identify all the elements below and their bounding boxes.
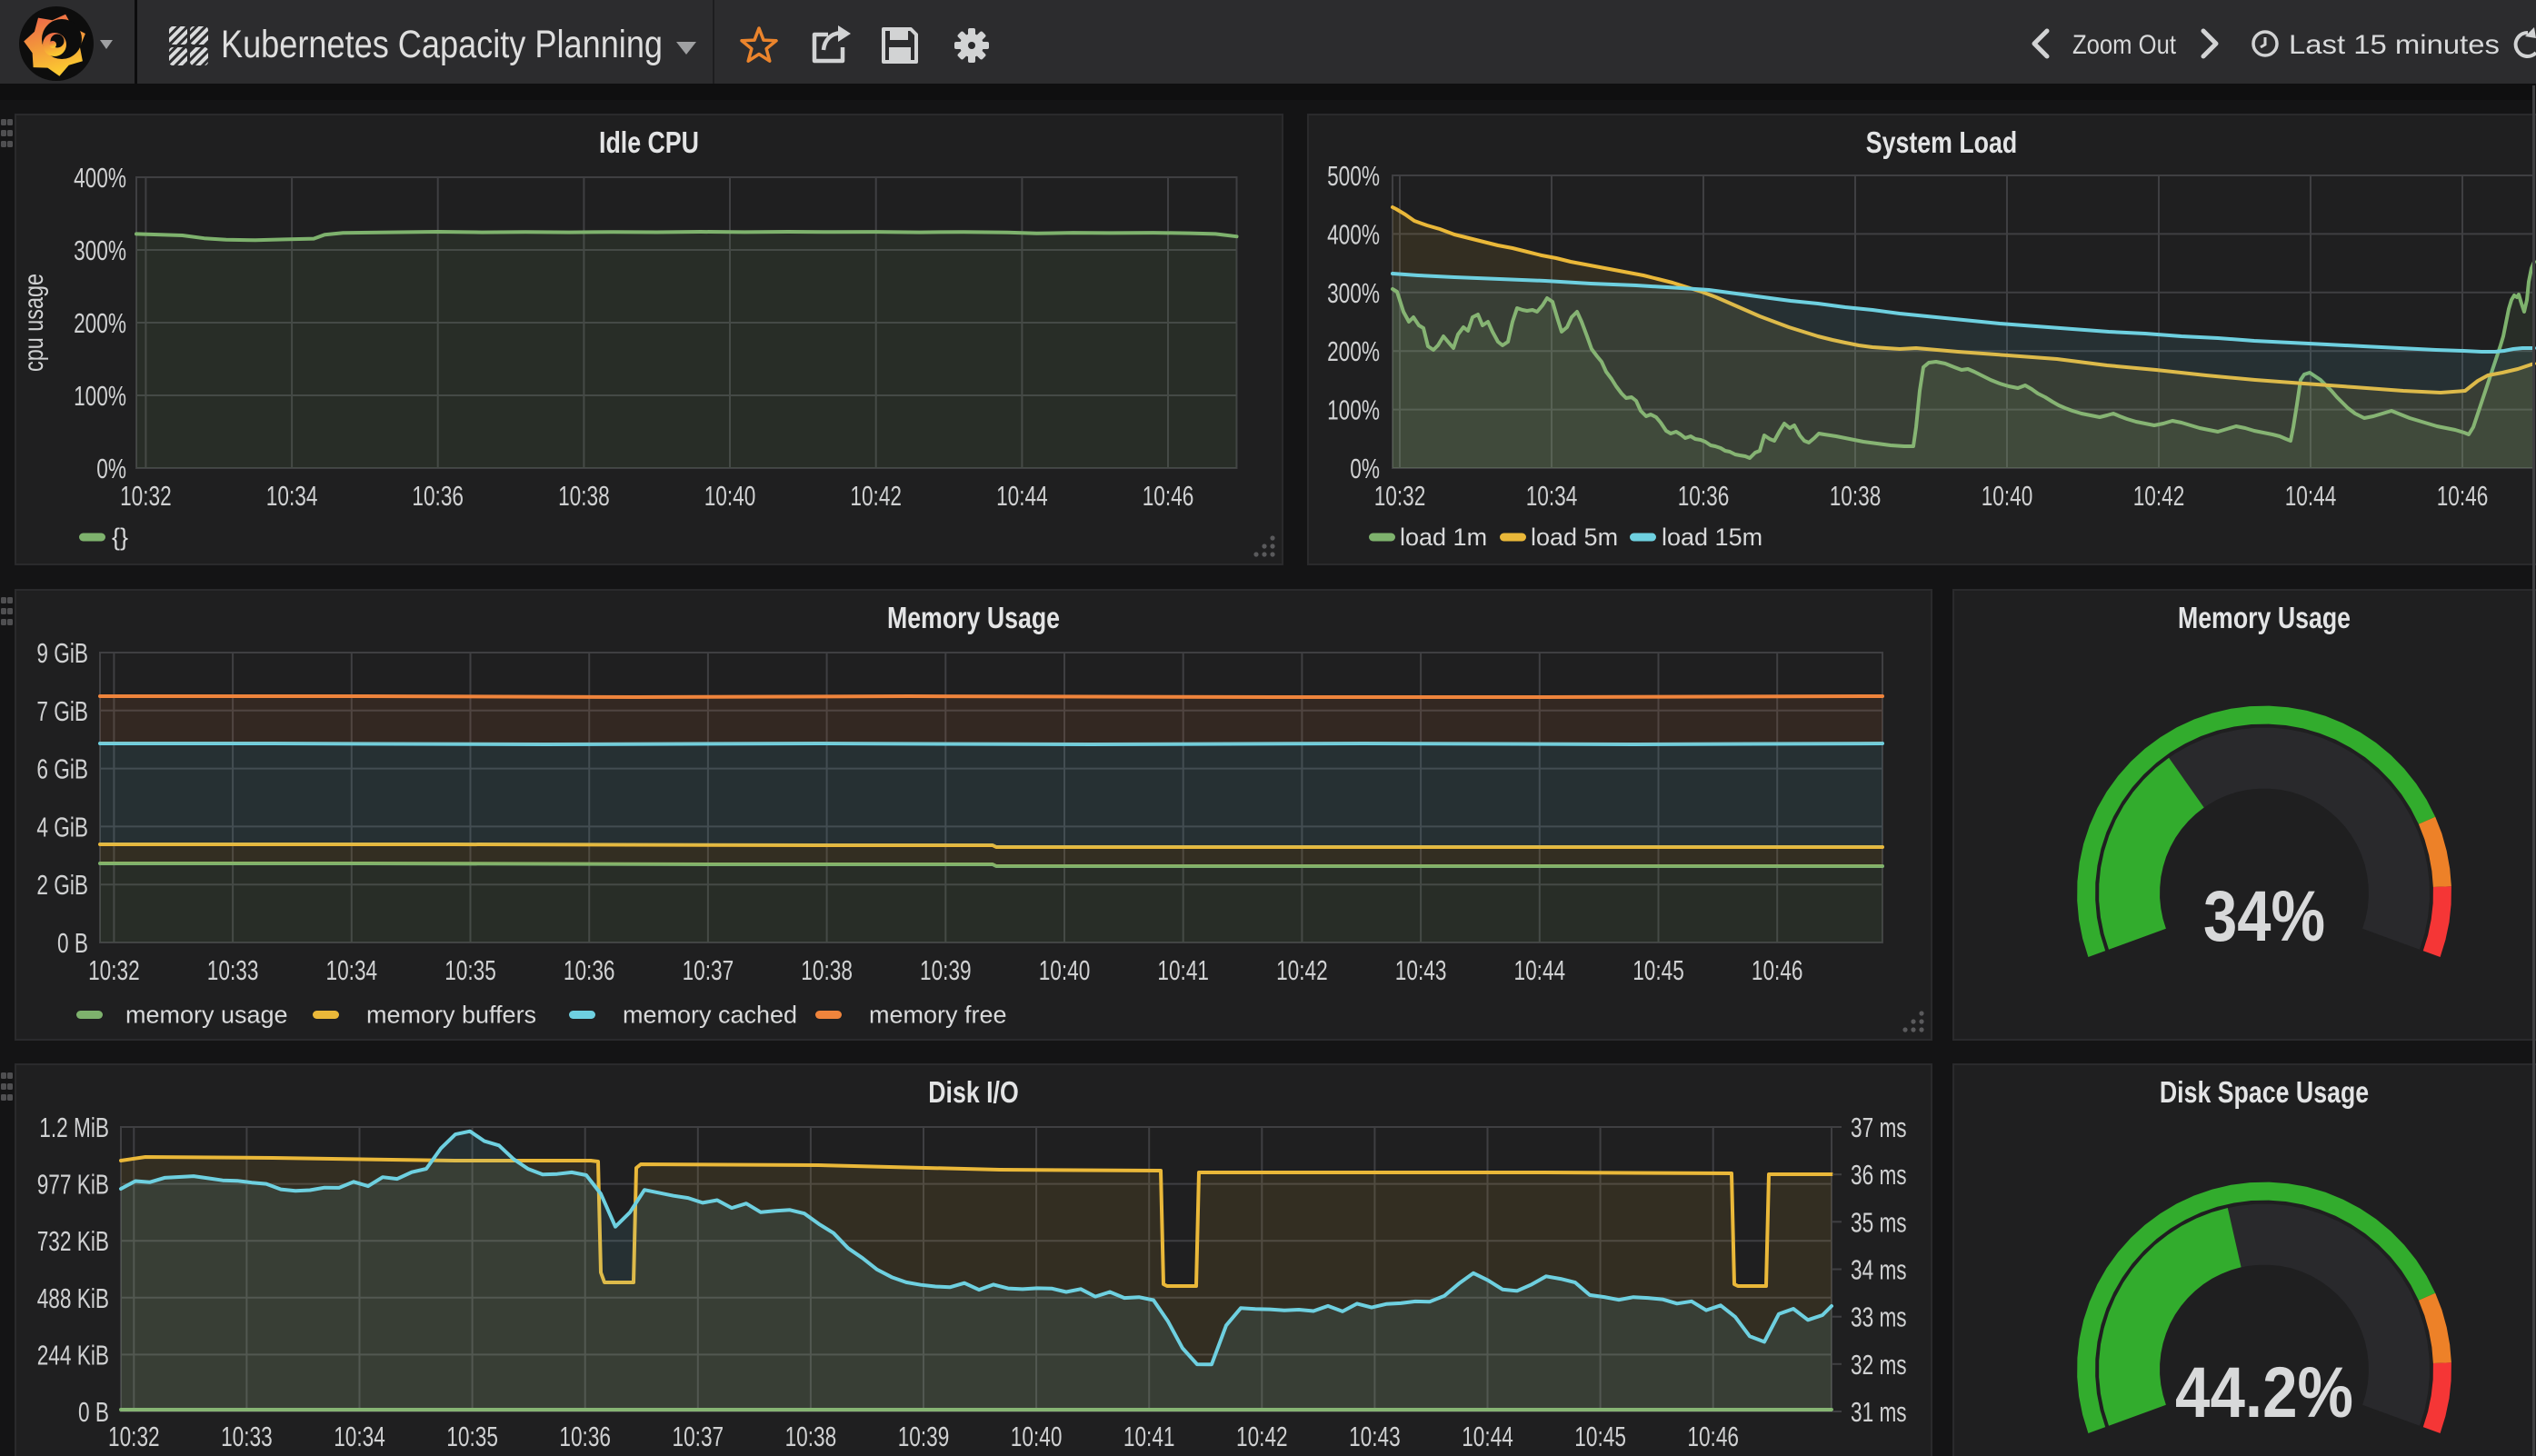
svg-text:10:42: 10:42 — [1276, 954, 1328, 986]
svg-text:10:44: 10:44 — [1462, 1421, 1513, 1452]
svg-text:10:35: 10:35 — [444, 954, 496, 986]
svg-text:10:43: 10:43 — [1395, 954, 1447, 986]
svg-text:200%: 200% — [1327, 335, 1380, 367]
svg-text:10:34: 10:34 — [326, 954, 378, 986]
svg-text:10:45: 10:45 — [1574, 1421, 1626, 1452]
svg-text:Memory Usage: Memory Usage — [2178, 601, 2351, 634]
svg-text:244 KiB: 244 KiB — [37, 1339, 109, 1371]
svg-text:memory free: memory free — [869, 1002, 1007, 1029]
svg-text:System Load: System Load — [1866, 125, 2017, 159]
svg-text:33 ms: 33 ms — [1851, 1301, 1907, 1333]
svg-text:10:36: 10:36 — [559, 1421, 611, 1452]
svg-text:2 GiB: 2 GiB — [36, 869, 88, 901]
svg-text:10:35: 10:35 — [446, 1421, 498, 1452]
svg-text:Memory Usage: Memory Usage — [887, 601, 1060, 634]
svg-text:10:42: 10:42 — [850, 480, 902, 512]
svg-text:44.2%: 44.2% — [2175, 1351, 2353, 1432]
svg-text:Last 15 minutes: Last 15 minutes — [2289, 30, 2500, 60]
svg-text:10:40: 10:40 — [1039, 954, 1091, 986]
svg-text:0 B: 0 B — [78, 1396, 109, 1428]
svg-text:0 B: 0 B — [57, 927, 88, 959]
svg-text:memory cached: memory cached — [623, 1002, 797, 1029]
svg-text:10:32: 10:32 — [108, 1421, 160, 1452]
svg-text:10:33: 10:33 — [221, 1421, 273, 1452]
svg-text:10:41: 10:41 — [1157, 954, 1209, 986]
svg-text:35 ms: 35 ms — [1851, 1206, 1907, 1238]
svg-text:cpu usage: cpu usage — [19, 274, 49, 372]
svg-text:10:37: 10:37 — [683, 954, 734, 986]
svg-text:10:43: 10:43 — [1349, 1421, 1401, 1452]
svg-text:10:37: 10:37 — [673, 1421, 724, 1452]
svg-text:10:42: 10:42 — [1236, 1421, 1288, 1452]
svg-text:37 ms: 37 ms — [1851, 1112, 1907, 1143]
svg-text:100%: 100% — [74, 380, 126, 412]
svg-text:10:46: 10:46 — [1687, 1421, 1739, 1452]
svg-text:1.2 MiB: 1.2 MiB — [39, 1112, 109, 1143]
svg-text:Kubernetes Capacity Planning: Kubernetes Capacity Planning — [221, 23, 663, 66]
svg-text:10:36: 10:36 — [564, 954, 615, 986]
svg-text:300%: 300% — [74, 234, 126, 266]
svg-text:10:38: 10:38 — [558, 480, 610, 512]
svg-text:32 ms: 32 ms — [1851, 1349, 1907, 1381]
svg-text:10:38: 10:38 — [801, 954, 853, 986]
svg-text:10:32: 10:32 — [1374, 480, 1426, 512]
svg-text:Disk I/O: Disk I/O — [928, 1075, 1019, 1109]
svg-text:4 GiB: 4 GiB — [36, 811, 88, 843]
svg-text:10:32: 10:32 — [120, 480, 172, 512]
svg-text:memory usage: memory usage — [125, 1002, 288, 1029]
svg-text:34%: 34% — [2203, 875, 2325, 956]
svg-text:Idle CPU: Idle CPU — [599, 125, 699, 159]
svg-text:Disk Space Usage: Disk Space Usage — [2160, 1075, 2369, 1109]
svg-text:400%: 400% — [74, 162, 126, 194]
svg-text:10:42: 10:42 — [2133, 480, 2185, 512]
svg-text:10:39: 10:39 — [898, 1421, 950, 1452]
svg-text:10:44: 10:44 — [996, 480, 1048, 512]
svg-text:9 GiB: 9 GiB — [36, 637, 88, 669]
svg-text:10:44: 10:44 — [2285, 480, 2337, 512]
svg-text:load 5m: load 5m — [1531, 524, 1618, 551]
svg-text:10:34: 10:34 — [1526, 480, 1578, 512]
svg-text:{}: {} — [112, 524, 128, 551]
svg-text:100%: 100% — [1327, 394, 1380, 426]
svg-text:10:46: 10:46 — [2437, 480, 2489, 512]
svg-text:load 15m: load 15m — [1662, 524, 1762, 551]
svg-text:10:38: 10:38 — [785, 1421, 837, 1452]
svg-text:10:40: 10:40 — [704, 480, 756, 512]
svg-text:7 GiB: 7 GiB — [36, 695, 88, 727]
svg-text:300%: 300% — [1327, 277, 1380, 309]
svg-text:10:32: 10:32 — [88, 954, 140, 986]
svg-text:load 1m: load 1m — [1400, 524, 1487, 551]
svg-text:10:34: 10:34 — [334, 1421, 385, 1452]
svg-text:977 KiB: 977 KiB — [37, 1169, 109, 1201]
svg-text:10:40: 10:40 — [1011, 1421, 1063, 1452]
svg-text:Zoom Out: Zoom Out — [2072, 30, 2177, 60]
svg-text:10:41: 10:41 — [1123, 1421, 1175, 1452]
svg-text:200%: 200% — [74, 307, 126, 339]
svg-text:10:36: 10:36 — [1678, 480, 1730, 512]
svg-text:36 ms: 36 ms — [1851, 1159, 1907, 1191]
svg-text:10:45: 10:45 — [1632, 954, 1684, 986]
svg-text:10:36: 10:36 — [412, 480, 464, 512]
svg-text:10:46: 10:46 — [1143, 480, 1194, 512]
svg-text:488 KiB: 488 KiB — [37, 1282, 109, 1314]
svg-text:6 GiB: 6 GiB — [36, 753, 88, 785]
svg-text:10:33: 10:33 — [207, 954, 259, 986]
svg-text:10:38: 10:38 — [1830, 480, 1882, 512]
svg-text:10:34: 10:34 — [266, 480, 318, 512]
svg-text:732 KiB: 732 KiB — [37, 1225, 109, 1257]
svg-text:31 ms: 31 ms — [1851, 1396, 1907, 1428]
svg-text:34 ms: 34 ms — [1851, 1254, 1907, 1286]
svg-text:400%: 400% — [1327, 218, 1380, 250]
svg-text:10:44: 10:44 — [1514, 954, 1566, 986]
svg-text:10:40: 10:40 — [1982, 480, 2033, 512]
svg-text:500%: 500% — [1327, 160, 1380, 192]
svg-text:10:39: 10:39 — [920, 954, 972, 986]
svg-text:10:46: 10:46 — [1752, 954, 1803, 986]
svg-text:memory buffers: memory buffers — [366, 1002, 536, 1029]
